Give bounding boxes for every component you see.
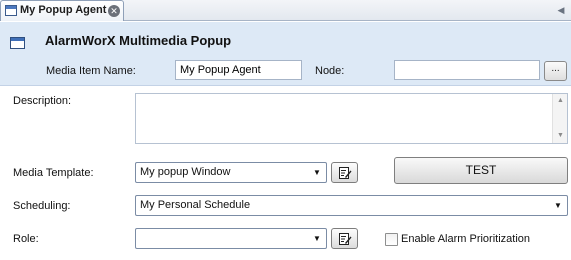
description-scrollbar[interactable]: ▲ ▼ bbox=[552, 94, 567, 143]
media-template-value: My popup Window bbox=[140, 166, 231, 178]
scroll-up-icon[interactable]: ▲ bbox=[553, 95, 568, 107]
node-label: Node: bbox=[315, 65, 345, 77]
role-label: Role: bbox=[13, 233, 39, 245]
role-select[interactable]: ▼ bbox=[135, 228, 327, 249]
edit-icon bbox=[339, 233, 352, 245]
media-template-label: Media Template: bbox=[13, 167, 94, 179]
node-input[interactable] bbox=[394, 60, 540, 80]
role-edit-button[interactable] bbox=[331, 228, 358, 249]
tab-my-popup-agent[interactable]: My Popup Agent ✕ bbox=[0, 0, 124, 21]
enable-alarm-prioritization-label: Enable Alarm Prioritization bbox=[401, 233, 531, 245]
description-textarea[interactable]: ▲ ▼ bbox=[135, 93, 568, 144]
page-title: AlarmWorX Multimedia Popup bbox=[45, 33, 232, 48]
scheduling-value: My Personal Schedule bbox=[140, 199, 251, 211]
enable-alarm-prioritization-checkbox[interactable] bbox=[385, 233, 398, 246]
tab-label: My Popup Agent bbox=[20, 4, 107, 16]
scheduling-select[interactable]: My Personal Schedule ▼ bbox=[135, 195, 568, 216]
window-icon bbox=[5, 5, 17, 16]
test-button[interactable]: TEST bbox=[394, 157, 568, 184]
window-icon bbox=[10, 37, 25, 49]
chevron-down-icon: ▼ bbox=[554, 201, 562, 210]
media-template-edit-button[interactable] bbox=[331, 162, 358, 183]
close-icon[interactable]: ✕ bbox=[108, 5, 120, 17]
media-template-select[interactable]: My popup Window ▼ bbox=[135, 162, 327, 183]
tab-scroll-left-icon[interactable]: ◀ bbox=[556, 4, 566, 16]
media-item-name-label: Media Item Name: bbox=[46, 65, 136, 77]
tab-strip: My Popup Agent ✕ ◀ bbox=[0, 0, 571, 21]
chevron-down-icon: ▼ bbox=[313, 168, 321, 177]
scheduling-label: Scheduling: bbox=[13, 200, 71, 212]
edit-icon bbox=[339, 167, 352, 179]
chevron-down-icon: ▼ bbox=[313, 234, 321, 243]
header-panel: AlarmWorX Multimedia Popup Media Item Na… bbox=[0, 22, 571, 86]
media-item-name-input[interactable]: My Popup Agent bbox=[175, 60, 302, 80]
description-label: Description: bbox=[13, 95, 72, 107]
scroll-down-icon[interactable]: ▼ bbox=[553, 130, 568, 142]
node-browse-button[interactable]: ... bbox=[544, 61, 567, 81]
